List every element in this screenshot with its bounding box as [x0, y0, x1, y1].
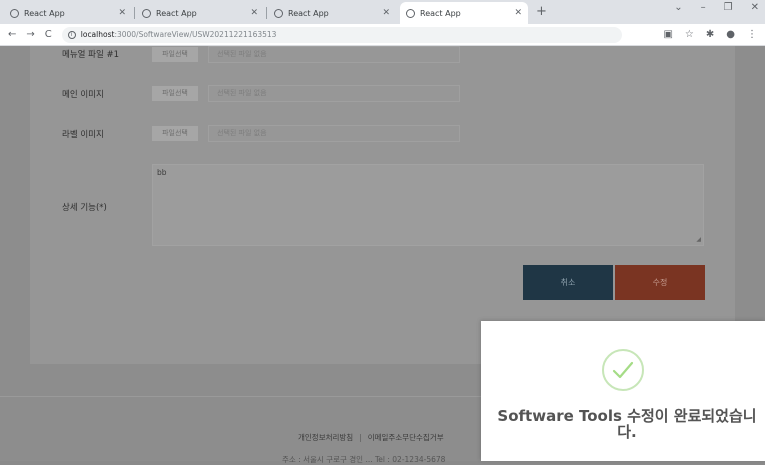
email-refusal-link[interactable]: 이메일주소무단수집거부 — [368, 433, 444, 442]
manual-file-input[interactable]: 선택된 파일 없음 — [208, 46, 460, 63]
submit-edit-button[interactable]: 수정 — [615, 265, 705, 300]
globe-icon — [406, 8, 415, 18]
restore-icon[interactable]: ❐ — [724, 2, 733, 13]
tab-search-icon[interactable]: ⌄ — [674, 2, 682, 13]
window-controls: ⌄ – ❐ ✕ — [674, 2, 759, 13]
tab-title: React App — [420, 8, 461, 18]
address-bar[interactable]: i localhost :3000/SoftwareView/USW202112… — [61, 26, 622, 43]
label-image-label: 라벨 이미지 — [62, 130, 104, 140]
bookmark-star-icon[interactable]: ☆ — [685, 29, 694, 40]
url-host: localhost — [80, 30, 115, 39]
tab-title: React App — [288, 8, 329, 18]
resize-grip-icon[interactable]: ◢ — [696, 236, 701, 243]
detail-feature-label: 상세 기능(*) — [62, 203, 107, 213]
label-image-choose-button[interactable]: 파일선택 — [152, 126, 198, 141]
main-image-choose-button[interactable]: 파일선택 — [152, 86, 198, 101]
privacy-policy-link[interactable]: 개인정보처리방침 — [298, 433, 353, 442]
kebab-menu-icon[interactable]: ⋮ — [747, 29, 757, 40]
browser-tab-4-active[interactable]: React App ✕ — [400, 2, 528, 24]
forward-arrow-icon[interactable]: → — [26, 29, 34, 40]
browser-tab-2[interactable]: React App ✕ — [136, 2, 267, 24]
cancel-button[interactable]: 취소 — [523, 265, 613, 300]
success-message: Software Tools 수정이 완료되었습니다. — [497, 407, 757, 441]
reload-icon[interactable]: C — [45, 29, 52, 40]
tab-separator — [134, 7, 135, 19]
tab-close-icon[interactable]: ✕ — [250, 8, 258, 18]
footer-separator: | — [359, 433, 362, 442]
tab-close-icon[interactable]: ✕ — [118, 8, 126, 18]
footer-address: 주소 : 서울시 구로구 경인 ... Tel : 02-1234-5678 — [282, 455, 446, 464]
tab-separator — [266, 7, 267, 19]
success-alert: Software Tools 수정이 완료되었습니다. — [481, 321, 765, 461]
globe-icon — [142, 8, 151, 18]
success-check-icon — [602, 349, 644, 391]
window-close-icon[interactable]: ✕ — [751, 2, 759, 13]
manual-file-label: 메뉴얼 파일 #1 — [62, 50, 120, 60]
profile-avatar-icon[interactable]: ● — [726, 29, 735, 40]
detail-feature-textarea[interactable]: bb ◢ — [152, 164, 704, 246]
extensions-puzzle-icon[interactable]: ✱ — [706, 29, 714, 40]
globe-icon — [10, 8, 19, 18]
minimize-icon[interactable]: – — [701, 2, 706, 13]
tab-close-icon[interactable]: ✕ — [514, 8, 522, 18]
tab-title: React App — [156, 8, 197, 18]
browser-tab-strip: React App ✕ React App ✕ React App ✕ Reac… — [0, 0, 765, 24]
manual-file-choose-button[interactable]: 파일선택 — [152, 47, 198, 62]
info-icon[interactable]: i — [67, 30, 76, 39]
detail-feature-text: bb — [157, 168, 167, 177]
screen-icon[interactable]: ▣ — [663, 29, 672, 40]
new-tab-button[interactable]: + — [536, 2, 547, 24]
main-image-input[interactable]: 선택된 파일 없음 — [208, 85, 460, 102]
tab-title: React App — [24, 8, 65, 18]
browser-tab-1[interactable]: React App ✕ — [4, 2, 135, 24]
browser-toolbar: ← → C i localhost :3000/SoftwareView/USW… — [0, 24, 765, 46]
back-arrow-icon[interactable]: ← — [8, 29, 16, 40]
browser-tab-3[interactable]: React App ✕ — [268, 2, 396, 24]
footer-links: 개인정보처리방침 | 이메일주소무단수집거부 — [298, 432, 444, 443]
tab-close-icon[interactable]: ✕ — [382, 8, 390, 18]
globe-icon — [274, 8, 283, 18]
url-path: :3000/SoftwareView/USW20211221163513 — [114, 30, 277, 39]
label-image-input[interactable]: 선택된 파일 없음 — [208, 125, 460, 142]
main-image-label: 메인 이미지 — [62, 90, 104, 100]
